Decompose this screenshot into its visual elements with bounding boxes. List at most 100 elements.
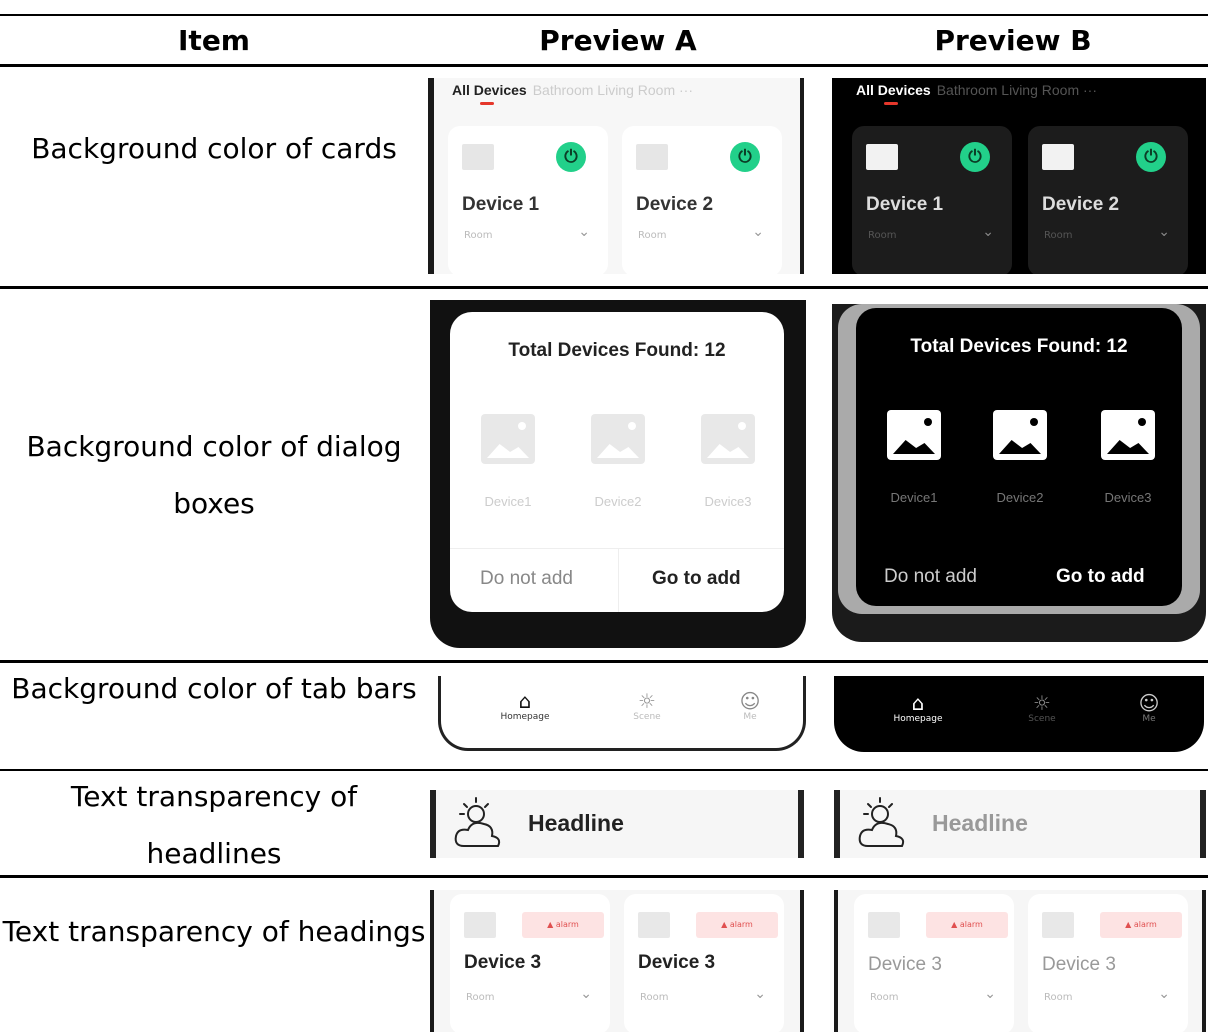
power-icon[interactable]: ⏻ bbox=[960, 142, 990, 172]
headline-text: Headline bbox=[932, 810, 1028, 836]
device-room: Room bbox=[640, 992, 669, 1003]
device-card[interactable]: ▲ alarm Device 3 Room ⌄ bbox=[450, 894, 610, 1032]
tab-scene[interactable]: ☼ Scene bbox=[617, 690, 677, 722]
image-placeholder-icon bbox=[636, 144, 668, 170]
power-icon[interactable]: ⏻ bbox=[1136, 142, 1166, 172]
power-icon[interactable]: ⏻ bbox=[730, 142, 760, 172]
row-label-cards: Background color of cards bbox=[31, 132, 397, 165]
tab-underline bbox=[884, 102, 898, 105]
chevron-down-icon[interactable]: ⌄ bbox=[754, 986, 766, 1002]
headline-text: Headline bbox=[528, 810, 624, 836]
device-room: Room bbox=[638, 230, 667, 241]
device-heading: Device 3 bbox=[868, 954, 942, 975]
row-label-tabbar: Background color of tab bars bbox=[11, 672, 417, 705]
cloud-sun-icon bbox=[454, 797, 501, 847]
do-not-add-button[interactable]: Do not add bbox=[480, 568, 573, 590]
cloud-sun-icon bbox=[858, 797, 905, 847]
go-to-add-button[interactable]: Go to add bbox=[1056, 566, 1145, 588]
image-placeholder-icon bbox=[866, 144, 898, 170]
image-placeholder-icon bbox=[868, 912, 900, 938]
alarm-badge: ▲ alarm bbox=[696, 912, 778, 938]
chevron-down-icon[interactable]: ⌄ bbox=[982, 224, 994, 240]
device-room: Room bbox=[1044, 230, 1073, 241]
tab-all-devices[interactable]: All Devices bbox=[856, 82, 931, 98]
tab-others[interactable]: Bathroom Living Room ··· bbox=[937, 82, 1097, 98]
device-card[interactable]: ▲ alarm Device 3 Room ⌄ bbox=[1028, 894, 1188, 1032]
device-card[interactable]: ⏻ Device 1 Room ⌄ bbox=[852, 126, 1012, 274]
dialog-device-name: Device3 bbox=[1104, 490, 1152, 505]
image-placeholder-icon bbox=[481, 414, 535, 464]
tabbar-preview-b: ⌂ Homepage ☼ Scene ☺ Me bbox=[834, 676, 1204, 752]
headings-preview-a: ▲ alarm Device 3 Room ⌄ ▲ alarm Device 3… bbox=[430, 890, 804, 1032]
device-card[interactable]: ▲ alarm Device 3 Room ⌄ bbox=[624, 894, 784, 1032]
chevron-down-icon[interactable]: ⌄ bbox=[578, 224, 590, 240]
tab-me[interactable]: ☺ Me bbox=[1124, 692, 1174, 724]
dialog-device-name: Device1 bbox=[484, 494, 532, 509]
device-card[interactable]: ⏻ Device 2 Room ⌄ bbox=[622, 126, 782, 274]
dialog-box: Total Devices Found: 12 Device1 Device2 bbox=[838, 304, 1200, 614]
dialog-device[interactable]: Device2 bbox=[990, 410, 1050, 505]
user-icon: ☺ bbox=[739, 689, 761, 713]
headline-preview-a: Headline bbox=[430, 790, 804, 858]
phone-frame bbox=[1202, 890, 1206, 1032]
tab-all-devices[interactable]: All Devices bbox=[452, 82, 527, 98]
alarm-badge: ▲ alarm bbox=[1100, 912, 1182, 938]
phone-frame bbox=[430, 890, 434, 1032]
header-rule bbox=[0, 64, 1208, 67]
device-name: Device 2 bbox=[1042, 194, 1120, 215]
row-rule bbox=[0, 286, 1208, 289]
dialog-device-name: Device2 bbox=[594, 494, 642, 509]
go-to-add-button[interactable]: Go to add bbox=[652, 568, 741, 590]
device-card[interactable]: ⏻ Device 1 Room ⌄ bbox=[448, 126, 608, 274]
do-not-add-button[interactable]: Do not add bbox=[884, 566, 977, 588]
dialog-device[interactable]: Device2 bbox=[588, 414, 648, 509]
headline-preview-b: Headline bbox=[834, 790, 1206, 858]
dialog-device[interactable]: Device3 bbox=[1098, 410, 1158, 505]
dialog-preview-a: Total Devices Found: 12 Device1 Device2 … bbox=[430, 300, 806, 648]
dialog-device[interactable]: Device1 bbox=[478, 414, 538, 509]
image-placeholder-icon bbox=[701, 414, 755, 464]
device-room: Room bbox=[1044, 992, 1073, 1003]
image-placeholder-icon bbox=[638, 912, 670, 938]
sun-icon: ☼ bbox=[638, 689, 656, 713]
tab-homepage[interactable]: ⌂ Homepage bbox=[485, 690, 565, 722]
image-placeholder-icon bbox=[1042, 144, 1074, 170]
device-name: Device 2 bbox=[636, 194, 714, 215]
image-placeholder-icon bbox=[591, 414, 645, 464]
dialog-device[interactable]: Device3 bbox=[698, 414, 758, 509]
tab-scene[interactable]: ☼ Scene bbox=[1012, 692, 1072, 724]
device-room: Room bbox=[464, 230, 493, 241]
device-card[interactable]: ▲ alarm Device 3 Room ⌄ bbox=[854, 894, 1014, 1032]
tab-others[interactable]: Bathroom Living Room ··· bbox=[533, 82, 693, 98]
dialog-title: Total Devices Found: 12 bbox=[910, 336, 1128, 357]
tab-me[interactable]: ☺ Me bbox=[725, 690, 775, 722]
chevron-down-icon[interactable]: ⌄ bbox=[580, 986, 592, 1002]
chevron-down-icon[interactable]: ⌄ bbox=[752, 224, 764, 240]
header-preview-a: Preview A bbox=[539, 24, 697, 57]
chevron-down-icon[interactable]: ⌄ bbox=[1158, 986, 1170, 1002]
chevron-down-icon[interactable]: ⌄ bbox=[984, 986, 996, 1002]
sun-icon: ☼ bbox=[1033, 691, 1051, 715]
device-name: Device 1 bbox=[462, 194, 540, 215]
phone-frame bbox=[428, 78, 434, 274]
row-label-headings: Text transparency of headings bbox=[2, 915, 426, 948]
dialog-device[interactable]: Device1 bbox=[884, 410, 944, 505]
device-room: Room bbox=[870, 992, 899, 1003]
row-label-dialog: Background color of dialog boxes bbox=[26, 430, 402, 520]
image-placeholder-icon bbox=[993, 410, 1047, 460]
dialog-box: Total Devices Found: 12 Device1 Device2 … bbox=[450, 312, 784, 612]
home-icon: ⌂ bbox=[518, 689, 532, 713]
device-card[interactable]: ⏻ Device 2 Room ⌄ bbox=[1028, 126, 1188, 274]
device-heading: Device 3 bbox=[638, 952, 716, 973]
device-heading: Device 3 bbox=[1042, 954, 1116, 975]
tab-homepage[interactable]: ⌂ Homepage bbox=[878, 692, 958, 724]
power-icon[interactable]: ⏻ bbox=[556, 142, 586, 172]
image-placeholder-icon bbox=[887, 410, 941, 460]
device-name: Device 1 bbox=[866, 194, 944, 215]
phone-frame bbox=[800, 890, 804, 1032]
chevron-down-icon[interactable]: ⌄ bbox=[1158, 224, 1170, 240]
device-room: Room bbox=[466, 992, 495, 1003]
headings-preview-b: ▲ alarm Device 3 Room ⌄ ▲ alarm Device 3… bbox=[834, 890, 1206, 1032]
divider bbox=[618, 548, 619, 612]
image-placeholder-icon bbox=[464, 912, 496, 938]
